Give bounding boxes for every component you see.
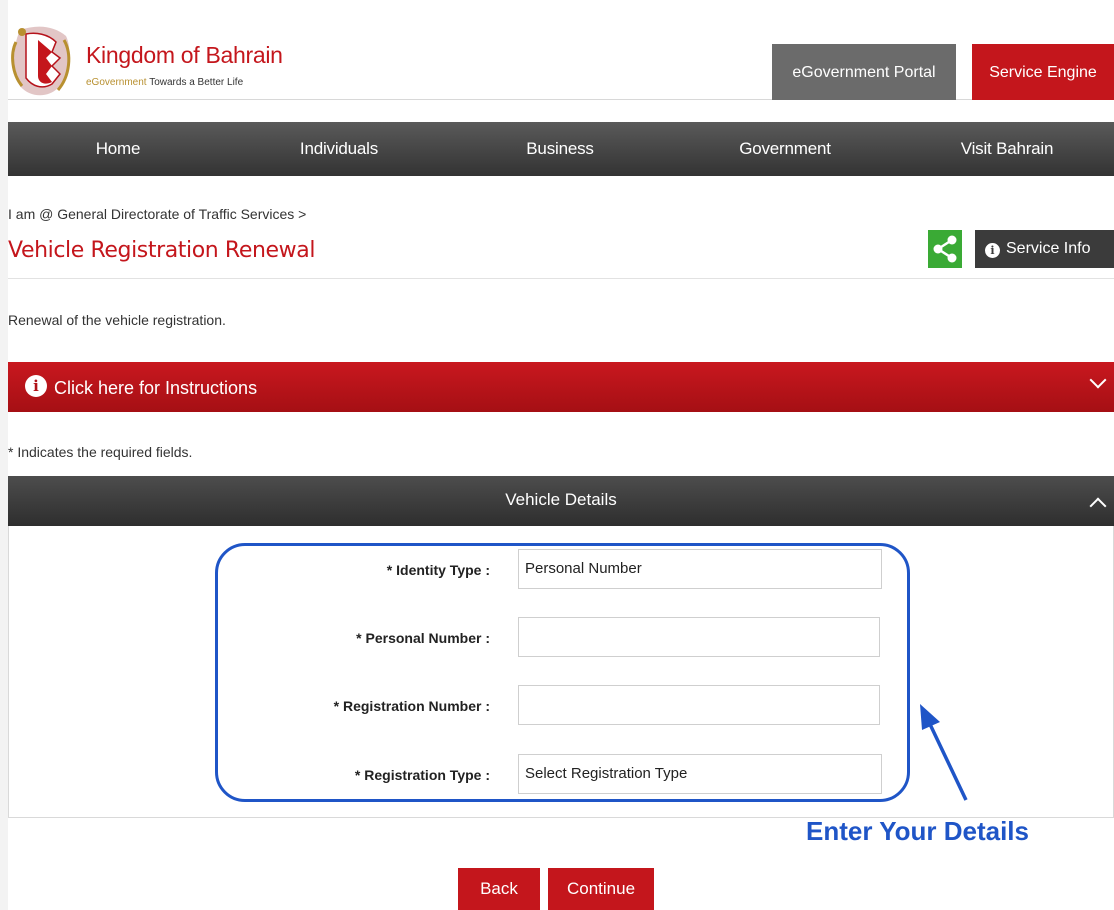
nav-item-government[interactable]: Government [670,122,900,176]
identity-type-select[interactable]: Personal Number [518,549,882,589]
nav-item-business[interactable]: Business [450,122,670,176]
instructions-label: Click here for Instructions [54,378,258,398]
nav-item-visit-bahrain[interactable]: Visit Bahrain [900,122,1114,176]
personal-number-input[interactable] [518,617,880,657]
service-engine-button[interactable]: Service Engine [972,44,1114,100]
egov-portal-button[interactable]: eGovernment Portal [772,44,956,100]
identity-type-label: * Identity Type : [386,562,490,578]
service-info-label: Service Info [1006,240,1091,257]
left-edge [0,0,8,910]
registration-number-label: * Registration Number : [333,698,490,714]
nav-item-individuals[interactable]: Individuals [228,122,450,176]
nav-item-home[interactable]: Home [8,122,228,176]
back-button[interactable]: Back [458,868,540,910]
divider [8,278,1114,279]
bahrain-emblem-logo[interactable] [8,22,74,100]
brand-title: Kingdom of Bahrain [86,42,283,68]
info-icon: i [25,375,47,397]
callout-arrow-icon [920,704,968,801]
registration-type-select[interactable]: Select Registration Type [518,754,882,794]
continue-button[interactable]: Continue [548,868,654,910]
tagline-prefix: eGovernment [86,77,147,88]
share-button[interactable] [928,230,962,268]
share-icon [933,235,957,263]
brand-tagline: eGovernment Towards a Better Life [86,77,243,88]
vehicle-details-header[interactable]: Vehicle Details [8,476,1114,526]
required-fields-note: * Indicates the required fields. [8,444,193,460]
registration-number-input[interactable] [518,685,880,725]
vehicle-details-title: Vehicle Details [505,490,617,509]
registration-type-label: * Registration Type : [354,767,490,783]
callout-text: Enter Your Details [806,816,1029,846]
tagline-suffix: Towards a Better Life [149,77,244,88]
page-title: Vehicle Registration Renewal [8,238,316,263]
service-info-button[interactable]: i Service Info [975,230,1114,268]
info-icon: i [985,243,1000,258]
chevron-down-icon [1089,371,1107,389]
breadcrumb[interactable]: I am @ General Directorate of Traffic Se… [8,206,306,222]
site-header: Kingdom of Bahrain eGovernment Towards a… [8,0,1114,100]
main-nav: Home Individuals Business Government Vis… [8,122,1114,176]
service-description: Renewal of the vehicle registration. [8,312,226,328]
instructions-accordion[interactable]: i Click here for Instructions [8,362,1114,412]
personal-number-label: * Personal Number : [356,630,490,646]
